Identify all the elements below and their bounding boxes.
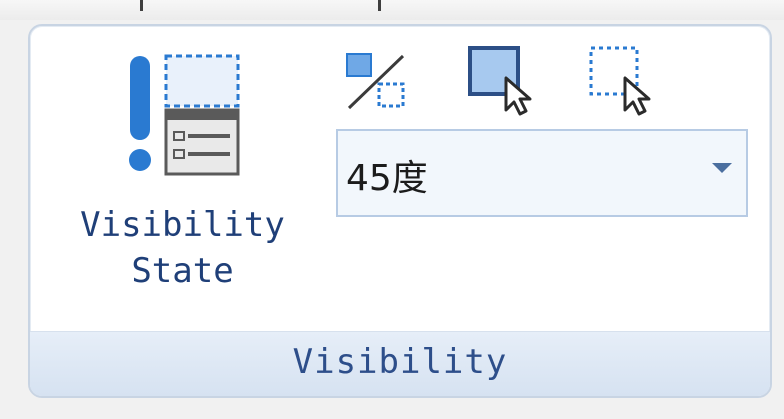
visibility-state-label-line2: State (131, 251, 234, 291)
diagonal-divider-button[interactable] (343, 50, 407, 114)
visibility-state-icon (126, 50, 244, 182)
divider-tick (378, 0, 381, 11)
select-solid-box-button[interactable] (466, 44, 532, 116)
divider-tick (140, 0, 143, 11)
angle-dropdown-value: 45度 (346, 158, 428, 199)
group-label: Visibility (292, 342, 508, 382)
window-top-strip (0, 0, 784, 20)
visibility-state-label: Visibility State (30, 202, 335, 294)
visibility-state-button[interactable]: Visibility State (30, 26, 335, 326)
ribbon-group-visibility: Visibility State 45度 Visibility (28, 24, 772, 398)
ribbon-group-content: Visibility State 45度 (30, 26, 770, 326)
angle-dropdown[interactable]: 45度 (336, 129, 748, 217)
visibility-state-label-line1: Visibility (80, 205, 285, 245)
chevron-down-icon[interactable] (712, 163, 732, 173)
select-dotted-box-button[interactable] (585, 44, 651, 116)
ribbon-group-footer: Visibility (30, 331, 770, 396)
